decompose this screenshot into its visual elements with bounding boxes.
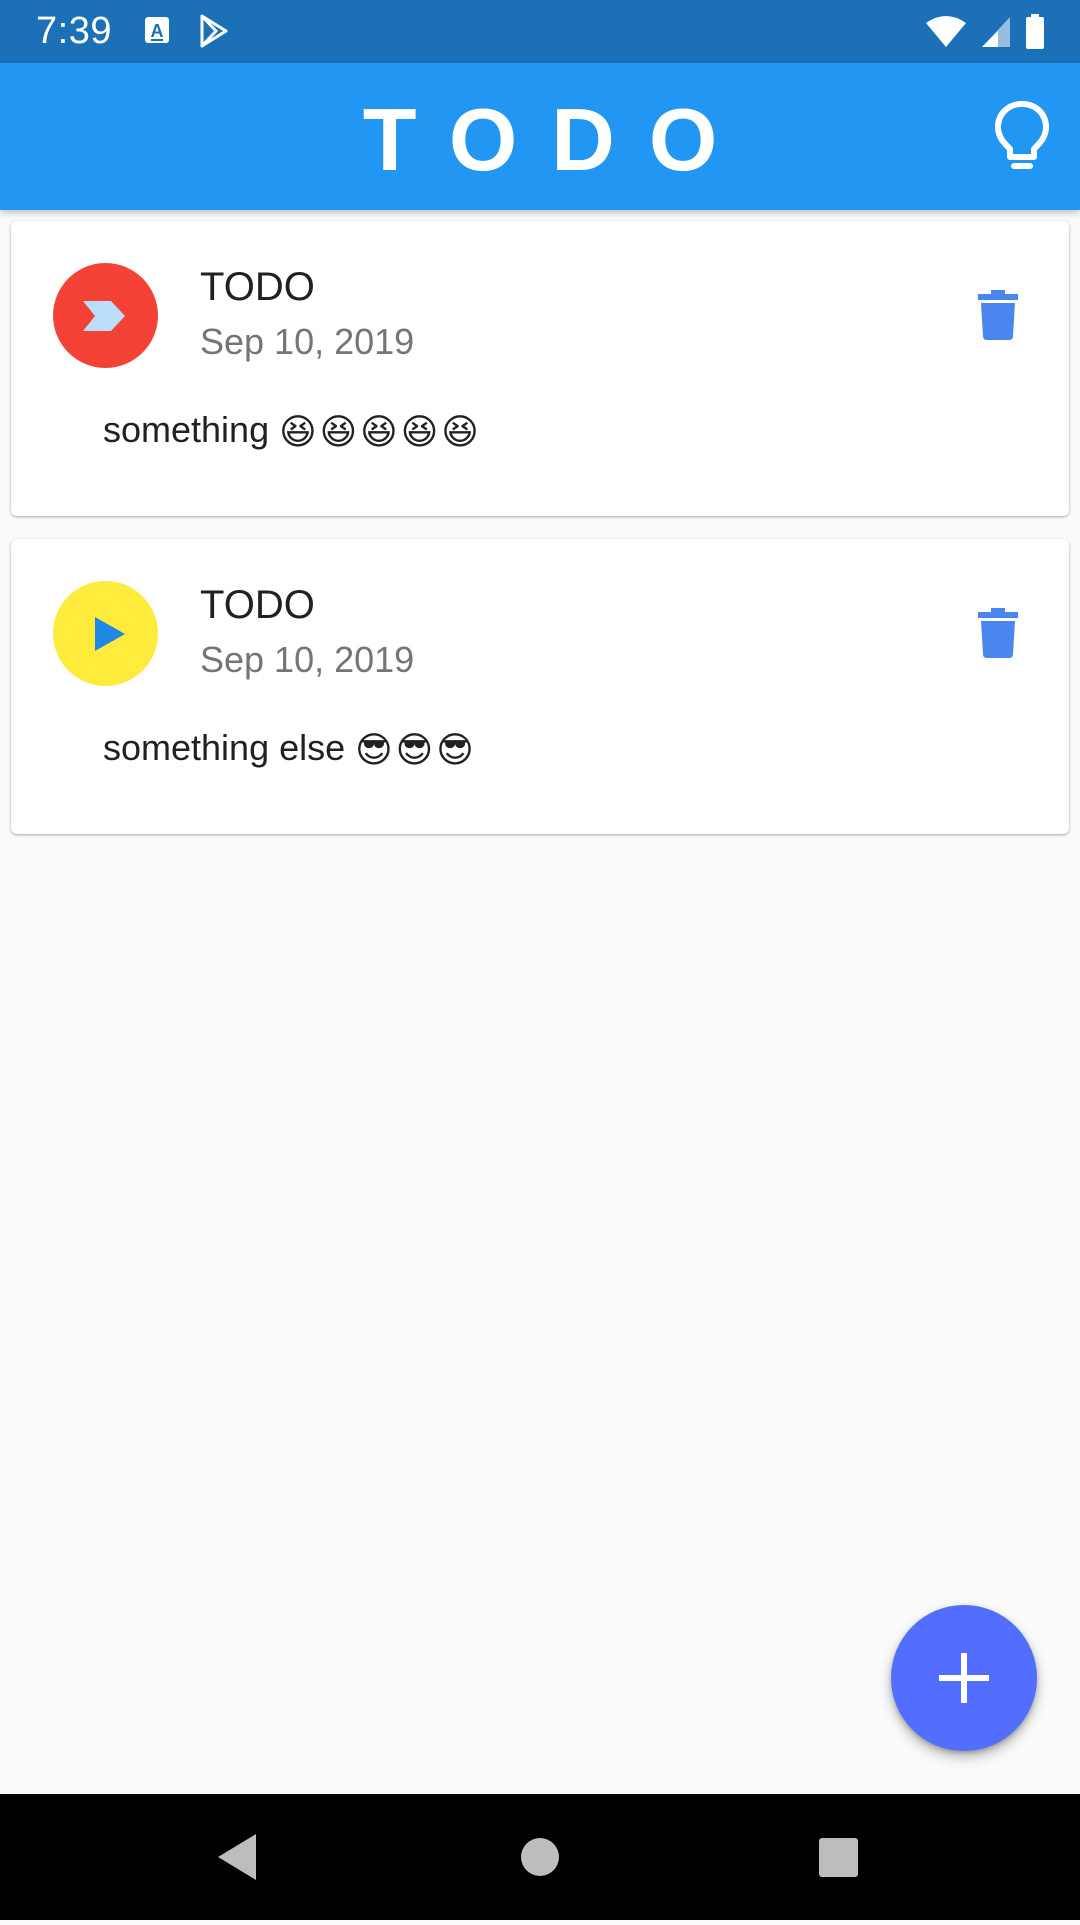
emoji: 😆 (279, 411, 317, 453)
chevron-right-icon (83, 301, 125, 331)
navigation-bar (0, 1794, 1080, 1920)
home-icon[interactable] (480, 1794, 600, 1920)
emoji: 😎 (395, 729, 434, 771)
lightbulb-icon[interactable] (992, 99, 1052, 175)
play-icon (95, 617, 125, 651)
emoji: 😆 (360, 411, 398, 453)
emoji: 😎 (355, 729, 393, 771)
status-time: 7:39 (36, 10, 112, 52)
todo-body: something 😆 😆 😆 😆 😆 (103, 409, 479, 453)
cell-signal-icon (980, 15, 1012, 54)
todo-date: Sep 10, 2019 (200, 321, 415, 362)
emoji: 😆 (400, 411, 439, 453)
todo-card[interactable]: TODO Sep 10, 2019 something else 😎 😎 😎 (11, 539, 1069, 834)
emoji-row: 😆 😆 😆 😆 😆 (279, 411, 479, 453)
todo-list: TODO Sep 10, 2019 something 😆 😆 😆 😆 😆 TO… (11, 221, 1069, 857)
status-indicator[interactable] (53, 581, 158, 686)
app-title: TODO (362, 90, 752, 189)
emoji: 😎 (436, 729, 474, 771)
status-notification-icons: A (142, 14, 228, 53)
svg-text:A: A (151, 21, 164, 41)
emoji: 😆 (441, 411, 479, 453)
todo-title: TODO (200, 265, 315, 309)
todo-card[interactable]: TODO Sep 10, 2019 something 😆 😆 😆 😆 😆 (11, 221, 1069, 516)
plus-icon (939, 1653, 989, 1703)
keyboard-a-icon: A (142, 14, 172, 53)
status-bar: 7:39 A (0, 0, 1080, 63)
emoji: 😆 (319, 411, 358, 453)
play-store-icon (198, 14, 228, 53)
app-bar: TODO (0, 63, 1080, 210)
status-indicator[interactable] (53, 263, 158, 368)
emoji-row: 😎 😎 😎 (355, 729, 474, 771)
back-icon[interactable] (178, 1794, 298, 1920)
status-system-icons (924, 14, 1046, 55)
delete-icon[interactable] (978, 290, 1018, 340)
todo-body: something else 😎 😎 😎 (103, 727, 474, 771)
todo-text: something else (103, 727, 346, 768)
delete-icon[interactable] (978, 608, 1018, 658)
wifi-icon (924, 15, 968, 54)
battery-icon (1024, 14, 1046, 55)
add-todo-button[interactable] (891, 1605, 1037, 1751)
todo-date: Sep 10, 2019 (200, 639, 415, 680)
todo-text: something (103, 409, 270, 450)
todo-title: TODO (200, 583, 315, 627)
recents-icon[interactable] (778, 1794, 898, 1920)
